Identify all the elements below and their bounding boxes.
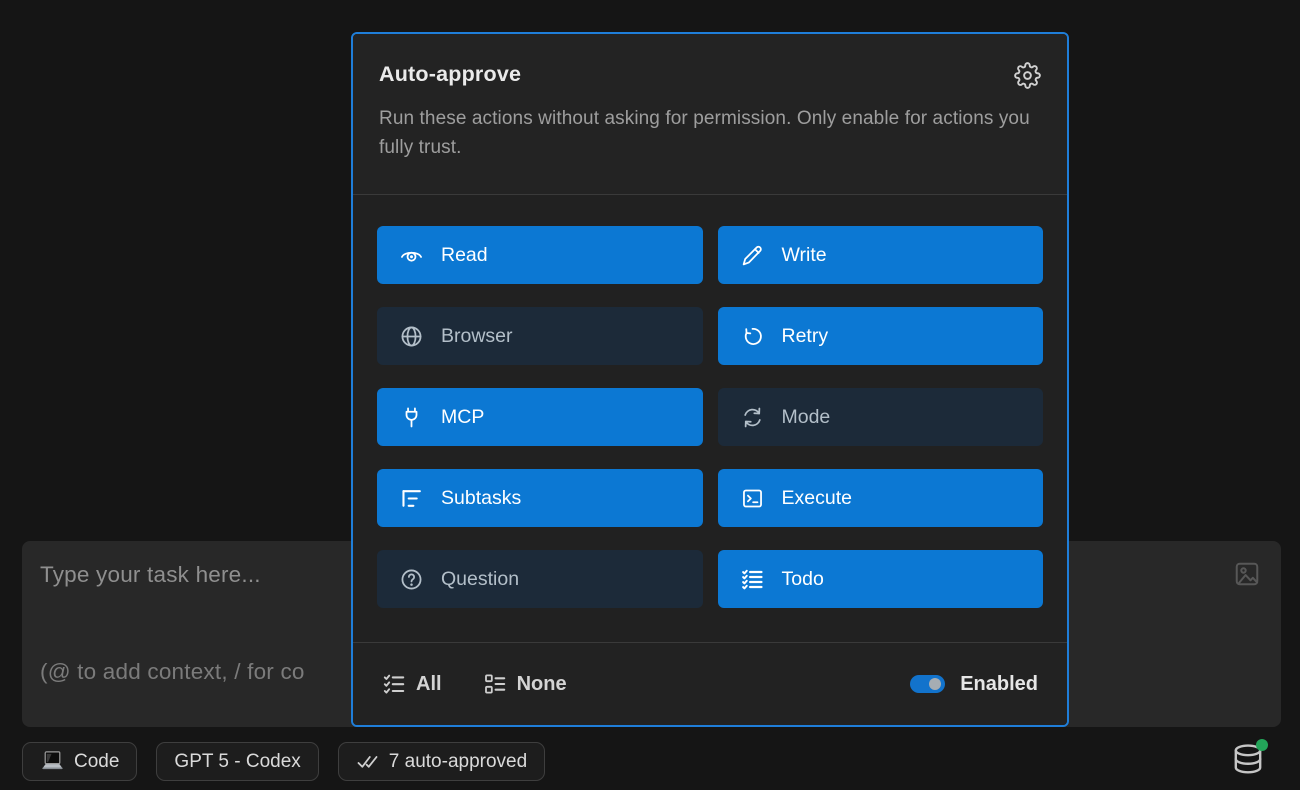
pencil-icon xyxy=(740,243,765,268)
terminal-icon xyxy=(740,486,765,511)
mode-selector-label: Code xyxy=(74,751,119,773)
model-selector-button[interactable]: GPT 5 - Codex xyxy=(156,742,318,781)
globe-icon xyxy=(399,324,424,349)
enabled-label: Enabled xyxy=(960,673,1038,696)
double-check-icon xyxy=(356,750,380,774)
action-button-todo[interactable]: Todo xyxy=(718,550,1044,608)
action-button-question[interactable]: Question xyxy=(377,550,703,608)
auto-approved-label: 7 auto-approved xyxy=(389,751,527,773)
todo-list-icon xyxy=(740,567,765,592)
action-button-execute[interactable]: Execute xyxy=(718,469,1044,527)
action-button-read[interactable]: Read xyxy=(377,226,703,284)
action-button-write[interactable]: Write xyxy=(718,226,1044,284)
question-icon xyxy=(399,567,424,592)
popover-header: Auto-approve Run these actions without a… xyxy=(353,34,1067,195)
checklist-icon xyxy=(382,672,406,696)
status-bar: Code GPT 5 - Codex 7 auto-approved xyxy=(22,742,545,781)
toggle-knob xyxy=(929,678,941,690)
list-select-icon xyxy=(483,672,507,696)
model-selector-label: GPT 5 - Codex xyxy=(174,751,300,773)
enabled-toggle[interactable] xyxy=(910,675,945,693)
action-button-mode[interactable]: Mode xyxy=(718,388,1044,446)
select-none-label: None xyxy=(517,673,567,696)
select-all-button[interactable]: All xyxy=(382,672,442,696)
action-label-retry: Retry xyxy=(782,325,829,348)
image-icon[interactable] xyxy=(1233,560,1261,588)
action-button-subtasks[interactable]: Subtasks xyxy=(377,469,703,527)
action-label-read: Read xyxy=(441,244,488,267)
popover-description: Run these actions without asking for per… xyxy=(379,104,1039,162)
mode-selector-button[interactable]: Code xyxy=(22,742,137,781)
laptop-icon xyxy=(40,750,65,773)
context-hint-text: (@ to add context, / for co xyxy=(40,659,305,685)
action-label-subtasks: Subtasks xyxy=(441,487,521,510)
action-button-retry[interactable]: Retry xyxy=(718,307,1044,365)
auto-approve-popover: Auto-approve Run these actions without a… xyxy=(351,32,1069,727)
action-label-question: Question xyxy=(441,568,519,591)
gear-icon[interactable] xyxy=(1014,62,1041,89)
sync-icon xyxy=(740,405,765,430)
plug-icon xyxy=(399,405,424,430)
action-label-write: Write xyxy=(782,244,827,267)
action-label-browser: Browser xyxy=(441,325,513,348)
online-status-dot xyxy=(1256,739,1268,751)
eye-icon xyxy=(399,243,424,268)
action-grid: Read Write Browser Retry MCP Mode Subtas… xyxy=(353,195,1067,642)
popover-footer: All None Enabled xyxy=(353,642,1067,725)
action-button-browser[interactable]: Browser xyxy=(377,307,703,365)
task-input-placeholder: Type your task here... xyxy=(40,562,261,588)
select-all-label: All xyxy=(416,673,442,696)
retry-icon xyxy=(740,324,765,349)
select-none-button[interactable]: None xyxy=(483,672,567,696)
storage-status-button[interactable] xyxy=(1231,743,1265,777)
list-tree-icon xyxy=(399,486,424,511)
popover-title: Auto-approve xyxy=(379,62,521,87)
auto-approved-button[interactable]: 7 auto-approved xyxy=(338,742,545,781)
action-label-mcp: MCP xyxy=(441,406,484,429)
action-label-todo: Todo xyxy=(782,568,824,591)
action-label-execute: Execute xyxy=(782,487,852,510)
action-button-mcp[interactable]: MCP xyxy=(377,388,703,446)
app-window: Type your task here... (@ to add context… xyxy=(0,0,1300,790)
action-label-mode: Mode xyxy=(782,406,831,429)
